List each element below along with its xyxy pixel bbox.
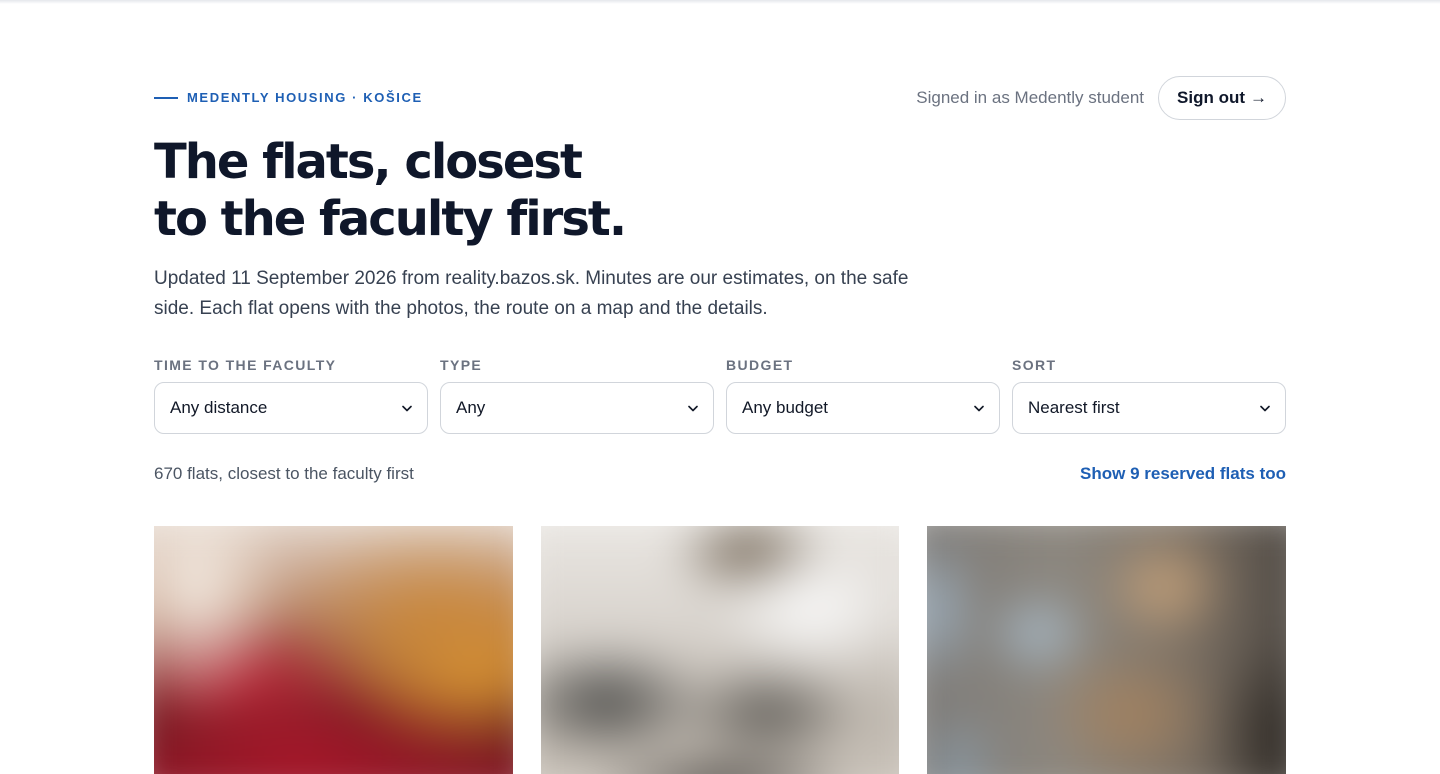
flat-photo: [927, 526, 1287, 774]
time-select[interactable]: Any distance: [154, 382, 428, 434]
chevron-down-icon: [687, 402, 699, 414]
budget-select[interactable]: Any budget: [726, 382, 1000, 434]
signed-in-text: Signed in as Medently student: [916, 88, 1145, 107]
page-title-line-2: to the faculty first.: [154, 191, 627, 247]
eyebrow-text: MEDENTLY HOUSING · KOŠICE: [187, 90, 423, 105]
eyebrow: MEDENTLY HOUSING · KOŠICE: [154, 90, 423, 105]
filter-time-label: TIME TO THE FACULTY: [154, 357, 337, 373]
page-title: The flats, closest to the faculty first.: [154, 134, 627, 248]
account-area: Signed in as Medently student Sign out →: [916, 76, 1286, 120]
flat-card-grid: [154, 526, 1287, 774]
chevron-down-icon: [973, 402, 985, 414]
flat-photo: [540, 526, 900, 774]
filter-type-label: TYPE: [440, 357, 483, 373]
arrow-right-icon: →: [1250, 88, 1267, 107]
filter-bar: TIME TO THE FACULTY Any distance TYPE An…: [154, 357, 1286, 434]
sort-select[interactable]: Nearest first: [1012, 382, 1286, 434]
flat-photo: [154, 526, 513, 774]
flat-card[interactable]: [540, 526, 900, 774]
results-summary: 670 flats, closest to the faculty first …: [154, 462, 1286, 486]
filter-budget: BUDGET Any budget: [726, 357, 1000, 434]
chevron-down-icon: [1259, 402, 1271, 414]
filter-budget-label: BUDGET: [726, 357, 794, 373]
type-select-value: Any: [456, 398, 486, 417]
show-reserved-link[interactable]: Show 9 reserved flats too: [1080, 464, 1286, 484]
time-select-value: Any distance: [170, 398, 268, 417]
eyebrow-rule: [154, 96, 178, 99]
type-select[interactable]: Any: [440, 382, 714, 434]
filter-sort: SORT Nearest first: [1012, 357, 1286, 434]
result-count: 670 flats, closest to the faculty first: [154, 464, 414, 483]
sort-select-value: Nearest first: [1028, 398, 1120, 417]
chevron-down-icon: [401, 402, 413, 414]
flat-card[interactable]: [927, 526, 1287, 774]
header-shadow: [0, 0, 1440, 4]
sign-out-label: Sign out: [1177, 88, 1245, 107]
filter-time: TIME TO THE FACULTY Any distance: [154, 357, 428, 434]
filter-type: TYPE Any: [440, 357, 714, 434]
intro-text: Updated 11 September 2026 from reality.b…: [154, 268, 909, 319]
filter-sort-label: SORT: [1012, 357, 1057, 373]
budget-select-value: Any budget: [742, 398, 829, 417]
sign-out-button[interactable]: Sign out →: [1158, 76, 1286, 120]
page-title-line-1: The flats, closest: [154, 134, 583, 190]
top-row: MEDENTLY HOUSING · KOŠICE Signed in as M…: [154, 76, 1286, 120]
flat-card[interactable]: [154, 526, 513, 774]
